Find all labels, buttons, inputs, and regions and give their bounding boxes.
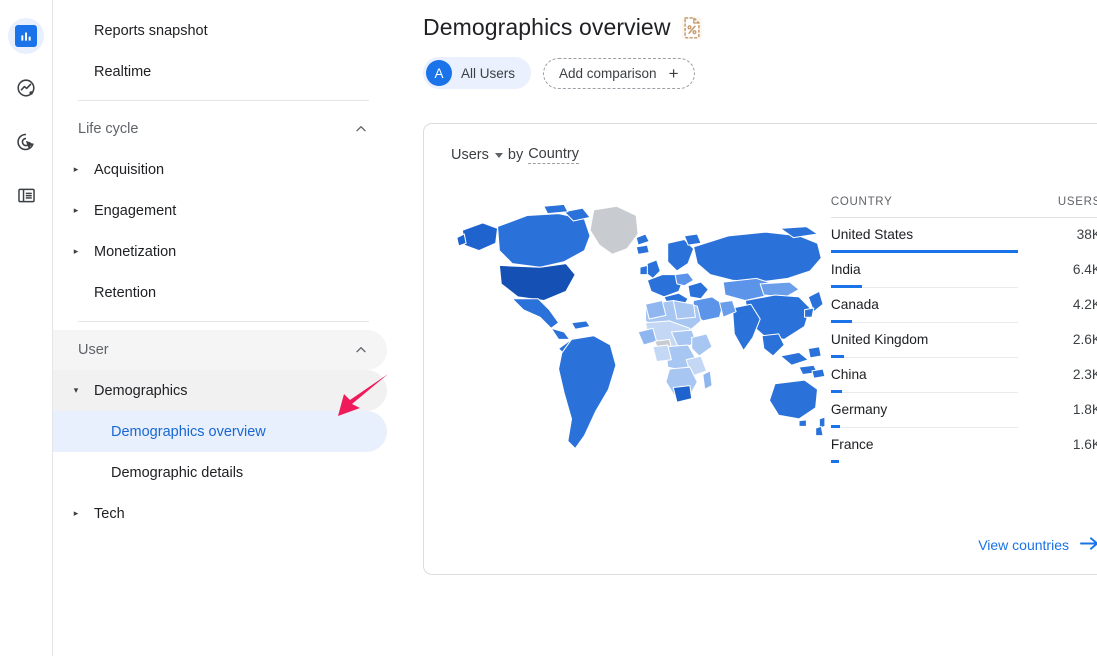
sidebar-item-label: Retention xyxy=(94,285,156,301)
rail-item-advertising[interactable] xyxy=(8,126,44,162)
table-body: United States 38K India 6.4K xyxy=(831,218,1097,464)
users-value: 2.6K xyxy=(1073,332,1097,347)
country-name: India xyxy=(831,262,861,277)
sidebar-item-demographic-details[interactable]: Demographic details xyxy=(53,452,387,493)
world-choropleth-map[interactable] xyxy=(455,182,825,482)
users-value: 6.4K xyxy=(1073,262,1097,277)
country-name: China xyxy=(831,367,867,382)
chevron-down-icon xyxy=(495,153,503,158)
sidebar-item-label: Demographic details xyxy=(111,465,243,481)
table-header-row: COUNTRY USERS xyxy=(831,196,1097,218)
users-value: 4.2K xyxy=(1073,297,1097,312)
by-text: by xyxy=(508,147,523,163)
collapse-caret-icon: ▾ xyxy=(70,386,82,395)
bar-fill xyxy=(831,460,839,463)
comparison-chips: A All Users Add comparison + xyxy=(423,57,1097,89)
table-row[interactable]: Germany 1.8K xyxy=(831,393,1097,428)
all-users-chip[interactable]: A All Users xyxy=(423,57,531,89)
expand-caret-icon: ▸ xyxy=(70,509,82,518)
card-header: Users by Country xyxy=(451,146,1097,164)
page-title: Demographics overview xyxy=(423,14,671,41)
sidebar-item-label: Acquisition xyxy=(94,162,164,178)
sidebar-item-label: Reports snapshot xyxy=(94,23,208,39)
icon-rail xyxy=(0,0,53,656)
users-value: 1.8K xyxy=(1073,402,1097,417)
view-countries-label: View countries xyxy=(978,537,1069,553)
chevron-up-icon xyxy=(353,121,369,137)
all-users-label: All Users xyxy=(461,66,515,81)
users-value: 2.3K xyxy=(1073,367,1097,382)
sidebar-section-label: User xyxy=(78,342,109,358)
view-countries-link[interactable]: View countries xyxy=(978,536,1097,554)
table-row[interactable]: India 6.4K xyxy=(831,253,1097,288)
sidebar-section-life-cycle[interactable]: Life cycle xyxy=(53,109,387,149)
country-name: United States xyxy=(831,227,913,242)
sidebar-item-label: Realtime xyxy=(94,64,151,80)
sidebar-divider xyxy=(78,321,369,322)
sidebar-item-label: Demographics overview xyxy=(111,424,266,440)
sidebar-item-label: Monetization xyxy=(94,244,176,260)
sidebar-nav: Reports snapshot Realtime Life cycle ▸ A… xyxy=(53,0,387,656)
sidebar-item-monetization[interactable]: ▸ Monetization xyxy=(53,231,387,272)
explore-trend-icon xyxy=(15,77,37,104)
sidebar-item-demographics-overview[interactable]: Demographics overview xyxy=(53,411,387,452)
users-by-country-card: Users by Country xyxy=(423,123,1097,575)
sidebar-item-realtime[interactable]: Realtime xyxy=(53,51,387,92)
table-row[interactable]: United States 38K xyxy=(831,218,1097,254)
sidebar-section-user[interactable]: User xyxy=(53,330,387,370)
advertising-target-icon xyxy=(15,131,37,158)
list-table-icon xyxy=(16,185,37,211)
arrow-right-icon xyxy=(1080,536,1097,554)
sidebar-item-label: Demographics xyxy=(94,383,188,399)
percent-document-icon xyxy=(681,16,703,40)
sidebar-divider xyxy=(78,100,369,101)
add-comparison-button[interactable]: Add comparison + xyxy=(543,58,695,89)
add-comparison-label: Add comparison xyxy=(559,66,657,81)
sidebar-item-label: Tech xyxy=(94,506,125,522)
country-name: Canada xyxy=(831,297,879,312)
plus-icon: + xyxy=(669,65,679,82)
country-name: France xyxy=(831,437,874,452)
chevron-up-icon xyxy=(353,342,369,358)
users-value: 38K xyxy=(1077,227,1097,242)
table-row[interactable]: China 2.3K xyxy=(831,358,1097,393)
column-header-users: USERS xyxy=(1018,196,1097,218)
table-row[interactable]: United Kingdom 2.6K xyxy=(831,323,1097,358)
sidebar-item-retention[interactable]: Retention xyxy=(53,272,387,313)
table-row[interactable]: Canada 4.2K xyxy=(831,288,1097,323)
sidebar-item-acquisition[interactable]: ▸ Acquisition xyxy=(53,149,387,190)
expand-caret-icon: ▸ xyxy=(70,247,82,256)
bar-chart-icon xyxy=(15,25,37,47)
card-body: COUNTRY USERS United States 38K xyxy=(451,174,1097,482)
table-row[interactable]: France 1.6K xyxy=(831,428,1097,463)
analytics-app: Reports snapshot Realtime Life cycle ▸ A… xyxy=(0,0,1097,656)
main-content: Demographics overview A All Users Add co… xyxy=(387,0,1097,656)
sidebar-item-label: Engagement xyxy=(94,203,176,219)
country-name: Germany xyxy=(831,402,887,417)
dimension-selector[interactable]: Country xyxy=(528,146,579,164)
metric-selector[interactable]: Users xyxy=(451,147,503,163)
sidebar-item-demographics[interactable]: ▾ Demographics xyxy=(53,370,387,411)
sidebar-item-tech[interactable]: ▸ Tech xyxy=(53,493,387,534)
sidebar-item-engagement[interactable]: ▸ Engagement xyxy=(53,190,387,231)
rail-item-reports[interactable] xyxy=(8,18,44,54)
avatar: A xyxy=(426,60,452,86)
expand-caret-icon: ▸ xyxy=(70,206,82,215)
rail-item-configure[interactable] xyxy=(8,180,44,216)
country-users-table: COUNTRY USERS United States 38K xyxy=(831,174,1097,482)
users-value: 1.6K xyxy=(1073,437,1097,452)
metric-label: Users xyxy=(451,147,489,163)
column-header-country: COUNTRY xyxy=(831,196,1018,218)
sidebar-section-label: Life cycle xyxy=(78,121,138,137)
expand-caret-icon: ▸ xyxy=(70,165,82,174)
country-name: United Kingdom xyxy=(831,332,928,347)
page-header: Demographics overview xyxy=(423,14,1097,41)
rail-item-explore[interactable] xyxy=(8,72,44,108)
sidebar-item-reports-snapshot[interactable]: Reports snapshot xyxy=(53,10,387,51)
